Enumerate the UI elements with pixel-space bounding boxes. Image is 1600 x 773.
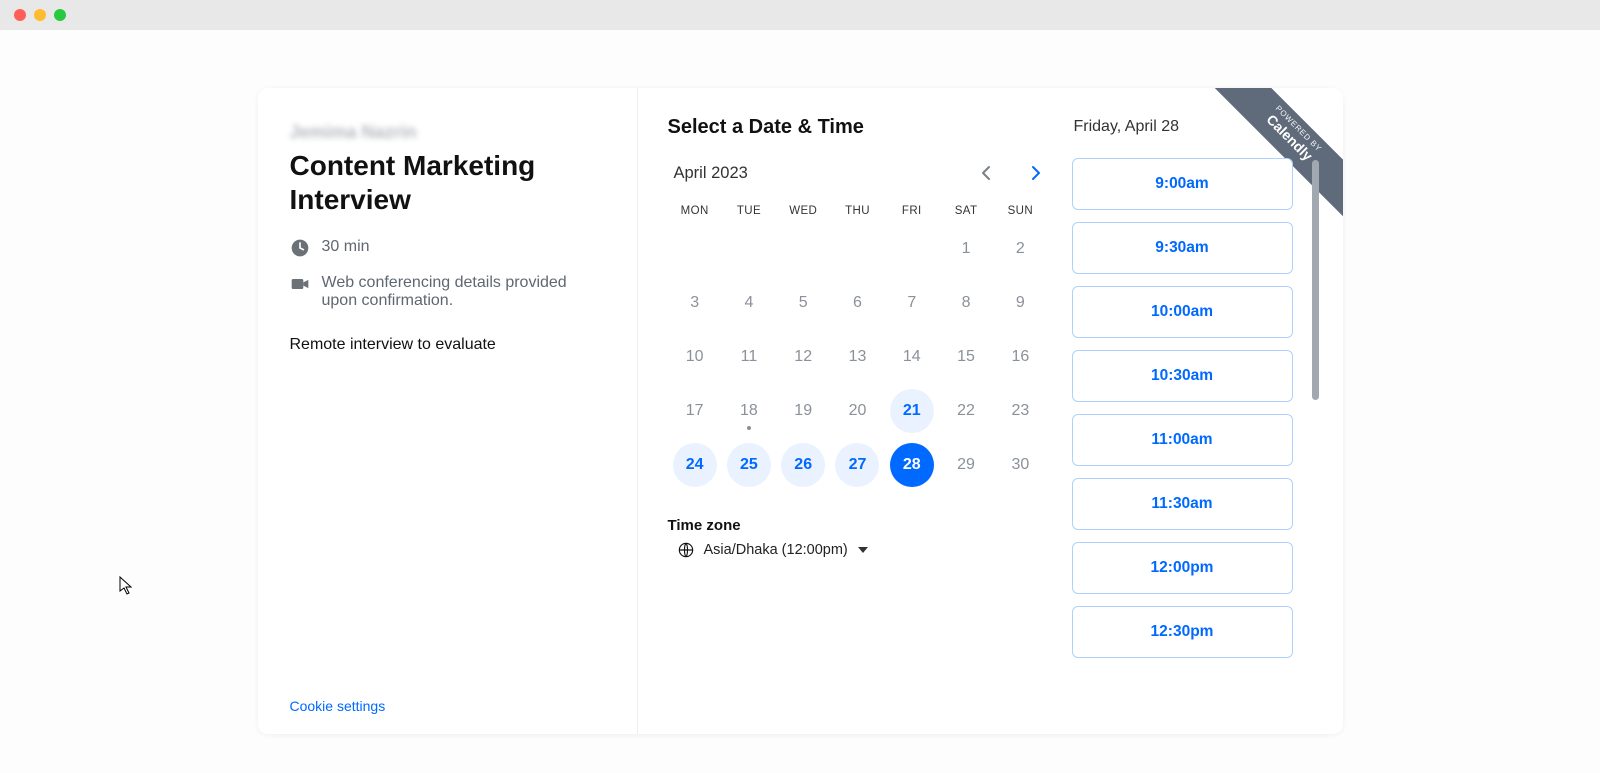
calendar-day: 20 [835,389,879,433]
weekday-label: MON [668,205,722,217]
calendar-day: 1 [944,227,988,271]
event-title: Content Marketing Interview [290,149,605,216]
caret-down-icon [858,547,868,553]
calendar-day: 15 [944,335,988,379]
calendar-column: Select a Date & Time April 2023 MONTUEWE… [668,116,1048,714]
chevron-left-icon [981,165,991,181]
calendar-day: 6 [835,281,879,325]
host-name: Jemima Nazrin [290,122,605,143]
minimize-window-button[interactable] [34,9,46,21]
availability-panel: Select a Date & Time April 2023 MONTUEWE… [638,88,1343,734]
duration-row: 30 min [290,238,605,258]
weekday-label: THU [830,205,884,217]
calendar-day-available[interactable]: 26 [781,443,825,487]
time-slot[interactable]: 9:30am [1072,222,1293,274]
calendar-day: 12 [781,335,825,379]
calendar-day: 14 [890,335,934,379]
select-date-heading: Select a Date & Time [668,116,1048,139]
location-text: Web conferencing details provided upon c… [322,274,605,310]
timezone-value: Asia/Dhaka (12:00pm) [704,542,848,558]
zoom-window-button[interactable] [54,9,66,21]
cookie-settings-link[interactable]: Cookie settings [290,698,605,714]
current-month-label: April 2023 [674,164,748,183]
weekday-label: SUN [993,205,1047,217]
weekday-label: SAT [939,205,993,217]
times-column: Friday, April 28 9:00am 9:30am 10:00am 10:3… [1072,116,1323,714]
weekday-label: WED [776,205,830,217]
time-slot[interactable]: 12:00pm [1072,542,1293,594]
clock-icon [290,238,310,258]
time-slot[interactable]: 11:30am [1072,478,1293,530]
calendar-day: 8 [944,281,988,325]
times-scroll: 9:00am 9:30am 10:00am 10:30am 11:00am 11:30am… [1072,158,1323,714]
prev-month-button[interactable] [974,161,998,185]
calendar-day: 19 [781,389,825,433]
calendar-day: 5 [781,281,825,325]
window-titlebar [0,0,1600,30]
calendar-grid: 1234567891011121314151617181920212223242… [668,227,1048,487]
calendar-day: 11 [727,335,771,379]
calendar-day-selected[interactable]: 28 [890,443,934,487]
weekday-header: MONTUEWEDTHUFRISATSUN [668,205,1048,217]
calendar-day-available[interactable]: 25 [727,443,771,487]
calendar-day: 23 [998,389,1042,433]
calendar-day: 22 [944,389,988,433]
location-row: Web conferencing details provided upon c… [290,274,605,310]
weekday-label: TUE [722,205,776,217]
time-slot[interactable]: 11:00am [1072,414,1293,466]
time-slot[interactable]: 10:00am [1072,286,1293,338]
calendar-day: 7 [890,281,934,325]
calendar-day: 2 [998,227,1042,271]
timezone-selector[interactable]: Asia/Dhaka (12:00pm) [668,542,1048,558]
calendar-day-available[interactable]: 27 [835,443,879,487]
calendar-day: 9 [998,281,1042,325]
calendar-day: 16 [998,335,1042,379]
video-icon [290,274,310,294]
weekday-label: FRI [885,205,939,217]
next-month-button[interactable] [1024,161,1048,185]
event-panel: Jemima Nazrin Content Marketing Intervie… [258,88,638,734]
calendar-day: 13 [835,335,879,379]
calendar-day: 4 [727,281,771,325]
time-slot[interactable]: 12:30pm [1072,606,1293,658]
chevron-right-icon [1031,165,1041,181]
calendar-day: 3 [673,281,717,325]
today-indicator-icon [747,426,751,430]
times-scrollbar[interactable] [1312,160,1319,400]
event-description: Remote interview to evaluate [290,336,605,354]
close-window-button[interactable] [14,9,26,21]
calendar-day: 29 [944,443,988,487]
calendar-day-available[interactable]: 21 [890,389,934,433]
globe-icon [678,542,694,558]
calendar-day: 30 [998,443,1042,487]
calendar-day: 10 [673,335,717,379]
selected-date-label: Friday, April 28 [1072,118,1323,136]
time-slot[interactable]: 9:00am [1072,158,1293,210]
calendar-day: 18 [727,389,771,433]
calendar-day-available[interactable]: 24 [673,443,717,487]
booking-card: POWERED BY Calendly Jemima Nazrin Conten… [258,88,1343,734]
calendar-day: 17 [673,389,717,433]
duration-text: 30 min [322,238,370,256]
timezone-heading: Time zone [668,517,1048,534]
time-slot[interactable]: 10:30am [1072,350,1293,402]
